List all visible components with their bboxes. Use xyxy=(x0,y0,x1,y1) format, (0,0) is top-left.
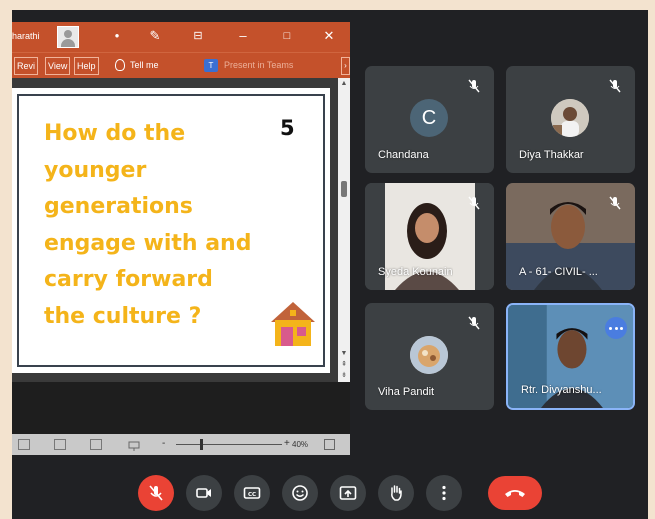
mic-off-icon xyxy=(468,316,480,330)
more-vert-icon xyxy=(442,485,446,501)
raise-hand-icon xyxy=(391,485,402,501)
slide-number: 5 xyxy=(280,116,295,140)
avatar xyxy=(410,336,448,374)
mic-off-icon xyxy=(149,485,163,501)
ribbon-display-icon[interactable]: ⊟ xyxy=(189,27,207,45)
prev-slide-icon[interactable]: ⇞ xyxy=(340,361,348,369)
participant-tile-divyanshu[interactable]: Rtr. Divyanshu... xyxy=(506,303,635,410)
camera-icon xyxy=(196,488,211,498)
tab-help[interactable]: Help xyxy=(74,57,99,75)
close-icon[interactable]: ✕ xyxy=(320,27,338,45)
participant-name: Syeda Kounain xyxy=(378,266,453,278)
tell-me-search[interactable]: Tell me xyxy=(130,60,159,70)
ppt-user-name: harathi xyxy=(12,31,40,41)
participant-tile-chandana[interactable]: C Chandana xyxy=(365,66,494,173)
slideshow-icon[interactable] xyxy=(128,439,140,451)
zoom-slider-thumb[interactable] xyxy=(200,439,203,450)
participant-name: Rtr. Divyanshu... xyxy=(521,384,602,396)
emoji-icon xyxy=(292,485,308,501)
participant-tile-syeda-kounain[interactable]: Syeda Kounain xyxy=(365,183,494,290)
camera-toggle-button[interactable] xyxy=(186,475,222,511)
teams-icon: T xyxy=(204,59,218,72)
slide[interactable]: How do the younger generations engage wi… xyxy=(12,88,330,373)
minimize-icon[interactable]: – xyxy=(234,27,252,45)
maximize-icon[interactable]: □ xyxy=(278,27,296,45)
powerpoint-window[interactable]: harathi ● ✎ ⊟ – □ ✕ Revi View Help Tell … xyxy=(12,22,350,455)
ribbon-collapse-icon[interactable]: › xyxy=(341,57,350,75)
mic-off-icon xyxy=(609,79,621,93)
present-screen-button[interactable] xyxy=(330,475,366,511)
mic-off-icon xyxy=(468,79,480,93)
ppt-ribbon: Revi View Help Tell me T Present in Team… xyxy=(12,52,350,78)
zoom-out-button[interactable]: - xyxy=(162,438,165,450)
tab-view[interactable]: View xyxy=(45,57,71,75)
present-in-teams-button[interactable]: Present in Teams xyxy=(224,60,293,70)
participant-name: A - 61- CIVIL- ... xyxy=(519,266,598,278)
scroll-thumb[interactable] xyxy=(341,181,347,197)
avatar xyxy=(551,99,589,137)
participant-name: Diya Thakkar xyxy=(519,149,584,161)
slide-editing-area: How do the younger generations engage wi… xyxy=(12,78,338,382)
more-options-button[interactable] xyxy=(426,475,462,511)
participant-tile-diya-thakkar[interactable]: Diya Thakkar xyxy=(506,66,635,173)
present-icon xyxy=(339,486,357,500)
meet-window: harathi ● ✎ ⊟ – □ ✕ Revi View Help Tell … xyxy=(12,10,648,519)
vertical-scrollbar[interactable]: ▲ ▼ ⇞ ⇟ xyxy=(338,78,350,382)
reading-view-icon[interactable] xyxy=(90,439,102,450)
fit-slide-icon[interactable] xyxy=(324,439,335,450)
participant-name: Viha Pandit xyxy=(378,386,435,398)
mic-off-icon xyxy=(468,196,480,210)
lightbulb-icon xyxy=(115,59,125,71)
svg-text:CC: CC xyxy=(248,492,256,498)
raise-hand-button[interactable] xyxy=(378,475,414,511)
next-slide-icon[interactable]: ⇟ xyxy=(340,372,348,380)
participant-tile-a-61-civil[interactable]: A - 61- CIVIL- ... xyxy=(506,183,635,290)
mic-toggle-button[interactable] xyxy=(138,475,174,511)
more-options-icon[interactable] xyxy=(605,317,627,339)
participant-name: Chandana xyxy=(378,149,429,161)
avatar: C xyxy=(410,99,448,137)
tab-review[interactable]: Revi xyxy=(14,57,39,75)
emoji-reaction-button[interactable] xyxy=(282,475,318,511)
house-icon xyxy=(271,302,315,346)
slide-sorter-icon[interactable] xyxy=(54,439,66,450)
captions-icon: CC xyxy=(243,487,261,499)
pen-icon[interactable]: ✎ xyxy=(146,27,164,45)
dot-icon: ● xyxy=(114,31,120,40)
zoom-slider[interactable] xyxy=(176,444,282,445)
scroll-up-icon[interactable]: ▲ xyxy=(340,80,348,88)
captions-button[interactable]: CC xyxy=(234,475,270,511)
notes-pane xyxy=(12,382,350,434)
normal-view-icon[interactable] xyxy=(18,439,30,450)
participant-tile-viha-pandit[interactable]: Viha Pandit xyxy=(365,303,494,410)
call-controls: CC xyxy=(12,472,648,512)
user-avatar-icon[interactable] xyxy=(57,26,79,48)
scroll-down-icon[interactable]: ▼ xyxy=(340,350,348,358)
mic-off-icon xyxy=(609,196,621,210)
zoom-level[interactable]: 40% xyxy=(292,440,308,449)
leave-call-button[interactable] xyxy=(488,476,542,510)
hang-up-icon xyxy=(505,490,525,497)
slide-question-text: How do the younger generations engage wi… xyxy=(44,121,252,329)
ppt-status-bar: - + 40% xyxy=(12,434,350,455)
ppt-title-bar: harathi ● ✎ ⊟ – □ ✕ xyxy=(12,22,350,52)
zoom-in-button[interactable]: + xyxy=(284,438,290,450)
